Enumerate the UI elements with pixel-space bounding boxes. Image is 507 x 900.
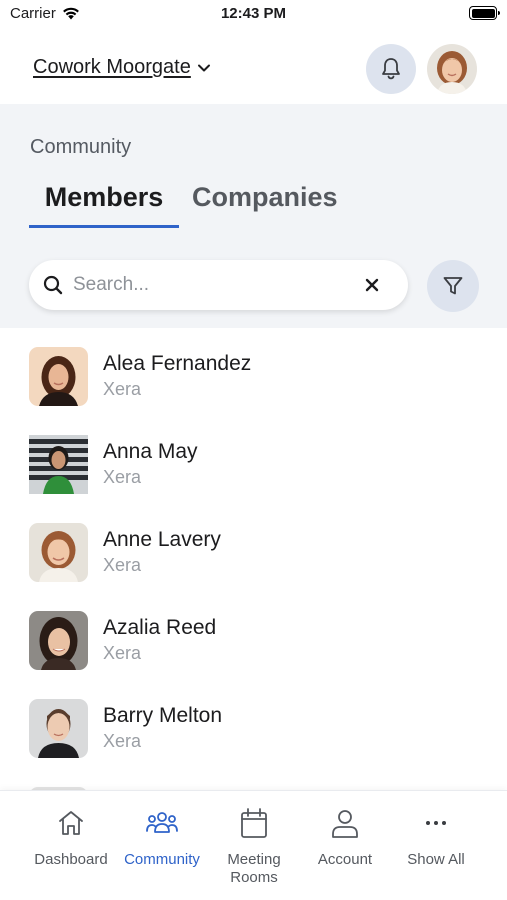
member-company: Xera: [103, 555, 142, 575]
status-time: 12:43 PM: [220, 5, 287, 22]
community-panel: Community Members Companies: [0, 104, 507, 328]
tab-label: Account: [317, 851, 373, 868]
tab-label: Meeting Rooms: [227, 851, 281, 886]
tab-dashboard[interactable]: Dashboard: [21, 805, 121, 868]
community-tabs: Members Companies: [29, 182, 350, 230]
list-item-partial: [0, 768, 507, 790]
bell-icon: [382, 58, 400, 80]
list-item[interactable]: Azalia Reed Xera: [0, 592, 507, 680]
filter-icon: [443, 277, 463, 295]
member-name: Anne Lavery: [103, 528, 221, 551]
tab-meeting-rooms[interactable]: Meeting Rooms: [204, 805, 304, 887]
location-label: Cowork Moorgate: [33, 56, 191, 78]
page-title: Community: [30, 136, 132, 158]
location-selector[interactable]: Cowork Moorgate: [33, 56, 211, 79]
list-item[interactable]: Alea Fernandez Xera: [0, 328, 507, 416]
calendar-icon: [241, 808, 267, 838]
search-input[interactable]: [73, 274, 360, 296]
member-company: Xera: [103, 731, 142, 751]
search-bar: [29, 260, 408, 310]
tab-label: Dashboard: [34, 851, 108, 868]
tab-members[interactable]: Members: [29, 182, 179, 228]
tab-account[interactable]: Account: [295, 805, 395, 868]
member-photo: [29, 347, 88, 406]
status-bar: Carrier 12:43 PM: [0, 0, 507, 30]
list-item[interactable]: Anne Lavery Xera: [0, 504, 507, 592]
home-icon: [59, 811, 83, 835]
member-name: Azalia Reed: [103, 616, 217, 639]
member-photo: [29, 611, 88, 670]
member-list: Alea Fernandez Xera Anna May Xera Anne L…: [0, 328, 507, 790]
list-item[interactable]: Barry Melton Xera: [0, 680, 507, 768]
tab-community[interactable]: Community: [112, 805, 212, 868]
person-icon: [332, 810, 358, 838]
member-photo: [29, 435, 88, 494]
close-icon: [365, 278, 379, 292]
tab-label: Community: [124, 851, 200, 868]
member-name: Barry Melton: [103, 704, 223, 727]
people-icon: [146, 812, 178, 833]
search-icon: [43, 275, 63, 295]
bottom-tab-bar: Dashboard Community Meeting Rooms Accoun…: [0, 790, 507, 900]
user-avatar[interactable]: [427, 44, 477, 94]
clear-search-button[interactable]: [360, 273, 384, 297]
chevron-down-icon: [197, 64, 210, 71]
tab-companies[interactable]: Companies: [179, 182, 350, 228]
header: Cowork Moorgate: [0, 30, 507, 104]
tab-label: Show All: [407, 851, 465, 868]
more-icon: [426, 821, 446, 825]
member-photo: [29, 523, 88, 582]
member-company: Xera: [103, 467, 142, 487]
member-photo: [29, 699, 88, 758]
member-name: Alea Fernandez: [103, 352, 252, 375]
list-item[interactable]: Anna May Xera: [0, 416, 507, 504]
tab-show-all[interactable]: Show All: [386, 805, 486, 868]
member-company: Xera: [103, 379, 142, 399]
filter-button[interactable]: [427, 260, 479, 312]
notifications-button[interactable]: [366, 44, 416, 94]
battery-icon: [469, 6, 500, 20]
member-name: Anna May: [103, 440, 198, 463]
member-company: Xera: [103, 643, 142, 663]
